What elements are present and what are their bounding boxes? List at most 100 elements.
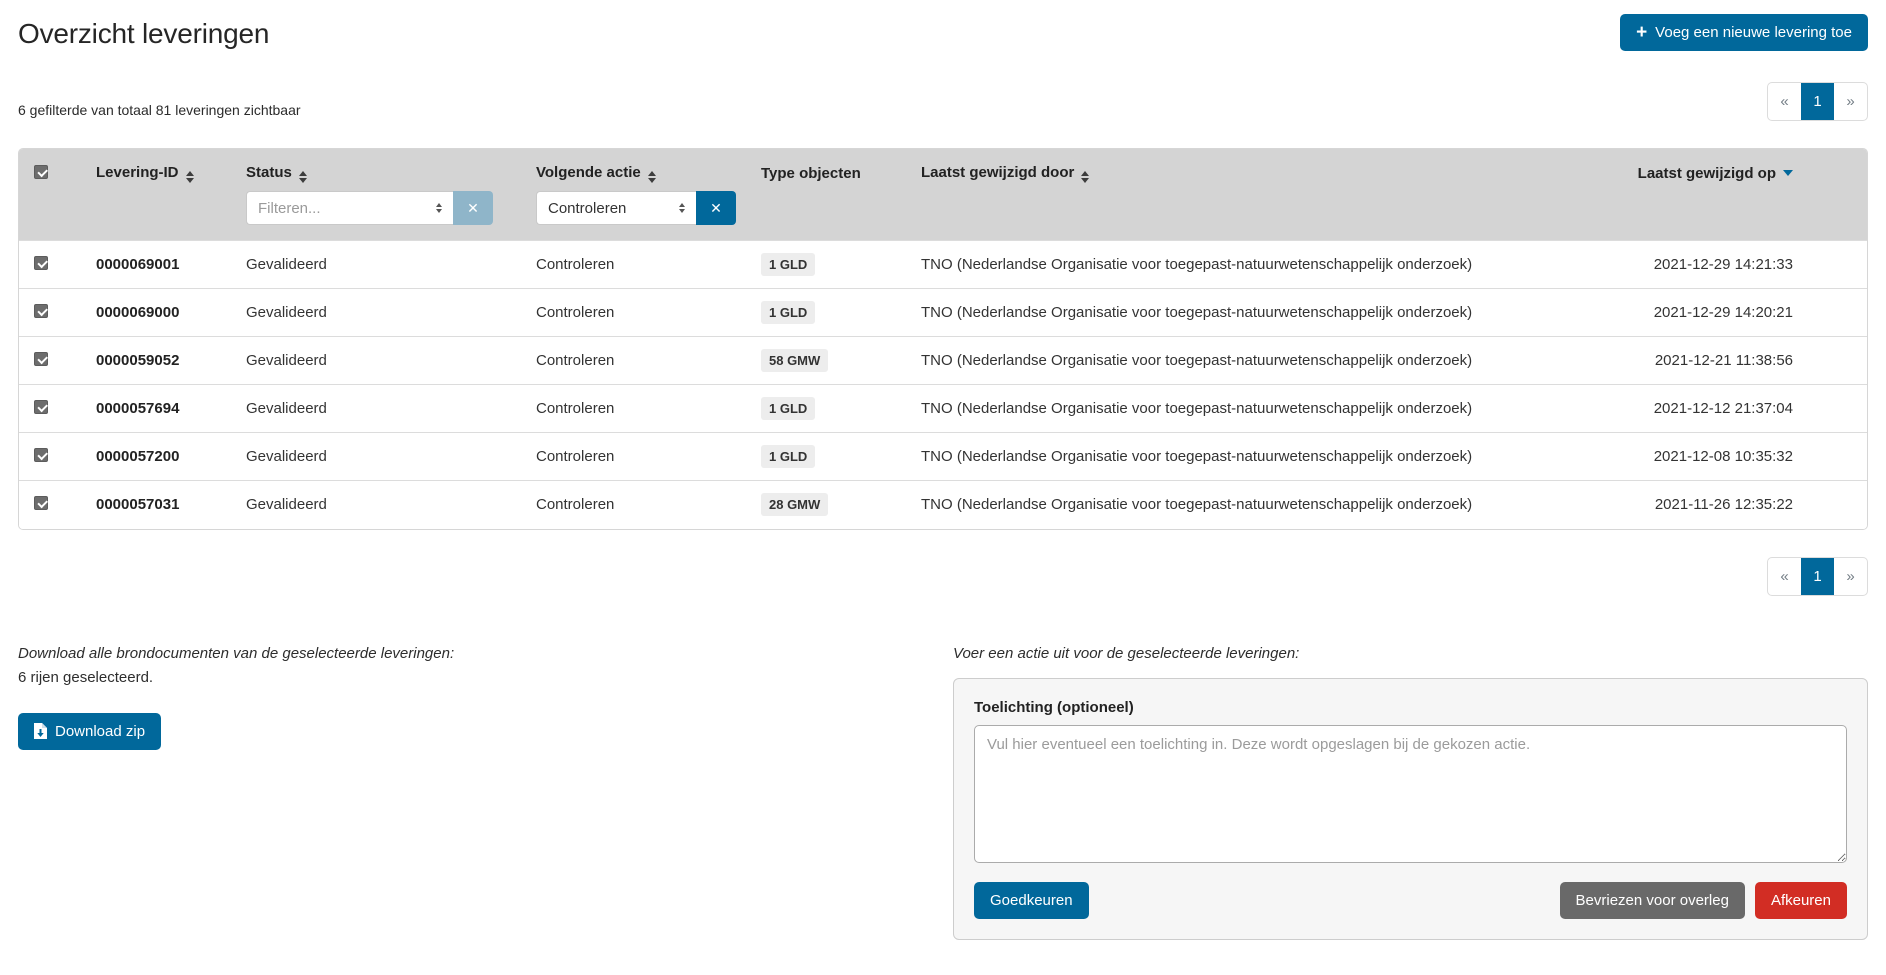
- sort-icon: [1081, 171, 1089, 183]
- action-buttons: Goedkeuren Bevriezen voor overleg Afkeur…: [974, 882, 1847, 919]
- levering-id-cell: 0000059052: [81, 337, 231, 385]
- sort-icon: [648, 171, 656, 183]
- type-objecten-badge: 28 GMW: [761, 493, 828, 516]
- volgende-actie-filter-clear-button[interactable]: ✕: [696, 191, 736, 225]
- toelichting-textarea[interactable]: [974, 725, 1847, 863]
- laatst-gewijzigd-door-cell: TNO (Nederlandse Organisatie voor toegep…: [906, 289, 1611, 337]
- pagination-prev[interactable]: «: [1768, 83, 1801, 120]
- column-header-laatst-gewijzigd-door[interactable]: Laatst gewijzigd door: [906, 149, 1611, 185]
- summary-row: 6 gefilterde van totaal 81 leveringen zi…: [18, 82, 1868, 121]
- deliveries-table: Levering-ID Status Volgende actie Type o…: [18, 148, 1868, 530]
- volgende-actie-cell: Controleren: [521, 241, 746, 289]
- download-file-icon: [34, 723, 47, 739]
- pagination-top: « 1 »: [1767, 82, 1868, 121]
- volgende-actie-cell: Controleren: [521, 337, 746, 385]
- status-cell: Gevalideerd: [231, 241, 521, 289]
- pagination-next[interactable]: »: [1834, 558, 1867, 595]
- pagination-page-1[interactable]: 1: [1801, 83, 1834, 120]
- status-filter-clear-button[interactable]: ✕: [453, 191, 493, 225]
- type-objecten-badge: 58 GMW: [761, 349, 828, 372]
- laatst-gewijzigd-op-cell: 2021-12-08 10:35:32: [1611, 433, 1867, 481]
- chevron-updown-icon: [679, 203, 685, 213]
- row-checkbox[interactable]: [34, 496, 48, 510]
- table-header-row: Levering-ID Status Volgende actie Type o…: [19, 149, 1867, 185]
- pagination-prev[interactable]: «: [1768, 558, 1801, 595]
- levering-id-cell: 0000057031: [81, 481, 231, 529]
- action-section: Voer een actie uit voor de geselecteerde…: [953, 645, 1868, 940]
- volgende-actie-filter: Controleren ✕: [536, 191, 736, 225]
- column-header-type-objecten: Type objecten: [746, 149, 906, 185]
- volgende-actie-cell: Controleren: [521, 289, 746, 337]
- download-instruction: Download alle brondocumenten van de gese…: [18, 645, 923, 662]
- toelichting-label: Toelichting (optioneel): [974, 699, 1847, 716]
- add-delivery-button-label: Voeg een nieuwe levering toe: [1655, 24, 1852, 41]
- sort-icon: [299, 171, 307, 183]
- add-delivery-button[interactable]: + Voeg een nieuwe levering toe: [1620, 14, 1868, 51]
- reject-button[interactable]: Afkeuren: [1755, 882, 1847, 919]
- page: Overzicht leveringen + Voeg een nieuwe l…: [0, 0, 1886, 960]
- status-cell: Gevalideerd: [231, 433, 521, 481]
- selected-rows-count: 6 rijen geselecteerd.: [18, 669, 923, 686]
- download-section: Download alle brondocumenten van de gese…: [18, 645, 953, 750]
- laatst-gewijzigd-op-cell: 2021-11-26 12:35:22: [1611, 481, 1867, 529]
- column-header-status[interactable]: Status: [231, 149, 521, 185]
- levering-id-cell: 0000069000: [81, 289, 231, 337]
- column-header-levering-id[interactable]: Levering-ID: [81, 149, 231, 185]
- filter-summary: 6 gefilterde van totaal 81 leveringen zi…: [18, 102, 301, 121]
- table-row: 0000057031 Gevalideerd Controleren 28 GM…: [19, 481, 1867, 529]
- type-objecten-badge: 1 GLD: [761, 253, 815, 276]
- laatst-gewijzigd-op-cell: 2021-12-29 14:20:21: [1611, 289, 1867, 337]
- volgende-actie-filter-select[interactable]: Controleren: [536, 191, 696, 225]
- status-filter-select[interactable]: Filteren...: [246, 191, 453, 225]
- laatst-gewijzigd-door-cell: TNO (Nederlandse Organisatie voor toegep…: [906, 385, 1611, 433]
- type-objecten-badge: 1 GLD: [761, 397, 815, 420]
- pagination-bottom: « 1 »: [1767, 557, 1868, 596]
- column-header-volgende-actie[interactable]: Volgende actie: [521, 149, 746, 185]
- table-row: 0000057694 Gevalideerd Controleren 1 GLD…: [19, 385, 1867, 433]
- status-cell: Gevalideerd: [231, 385, 521, 433]
- row-checkbox[interactable]: [34, 400, 48, 414]
- sort-icon: [186, 171, 194, 183]
- levering-id-cell: 0000057694: [81, 385, 231, 433]
- download-zip-button[interactable]: Download zip: [18, 713, 161, 750]
- table-row: 0000057200 Gevalideerd Controleren 1 GLD…: [19, 433, 1867, 481]
- approve-button[interactable]: Goedkeuren: [974, 882, 1089, 919]
- table-row: 0000069001 Gevalideerd Controleren 1 GLD…: [19, 241, 1867, 289]
- volgende-actie-cell: Controleren: [521, 481, 746, 529]
- action-instruction: Voer een actie uit voor de geselecteerde…: [953, 645, 1868, 662]
- status-cell: Gevalideerd: [231, 289, 521, 337]
- action-panel: Toelichting (optioneel) Goedkeuren Bevri…: [953, 678, 1868, 940]
- select-all-checkbox[interactable]: [34, 165, 48, 179]
- freeze-button[interactable]: Bevriezen voor overleg: [1560, 882, 1745, 919]
- laatst-gewijzigd-door-cell: TNO (Nederlandse Organisatie voor toegep…: [906, 433, 1611, 481]
- volgende-actie-cell: Controleren: [521, 385, 746, 433]
- status-cell: Gevalideerd: [231, 481, 521, 529]
- row-checkbox[interactable]: [34, 352, 48, 366]
- clear-icon: ✕: [467, 200, 479, 217]
- laatst-gewijzigd-door-cell: TNO (Nederlandse Organisatie voor toegep…: [906, 481, 1611, 529]
- chevron-updown-icon: [436, 203, 442, 213]
- column-header-laatst-gewijzigd-op[interactable]: Laatst gewijzigd op: [1611, 149, 1867, 185]
- table-filter-row: Filteren... ✕ Controleren: [19, 185, 1867, 241]
- row-checkbox[interactable]: [34, 256, 48, 270]
- pagination-next[interactable]: »: [1834, 83, 1867, 120]
- sort-descending-icon: [1783, 170, 1793, 176]
- laatst-gewijzigd-door-cell: TNO (Nederlandse Organisatie voor toegep…: [906, 241, 1611, 289]
- download-zip-label: Download zip: [55, 723, 145, 740]
- bottom-section: Download alle brondocumenten van de gese…: [18, 645, 1868, 940]
- laatst-gewijzigd-op-cell: 2021-12-12 21:37:04: [1611, 385, 1867, 433]
- row-checkbox[interactable]: [34, 304, 48, 318]
- levering-id-cell: 0000069001: [81, 241, 231, 289]
- pagination-bottom-row: « 1 »: [18, 557, 1868, 596]
- status-filter: Filteren... ✕: [246, 191, 493, 225]
- page-title: Overzicht leveringen: [18, 14, 269, 50]
- type-objecten-badge: 1 GLD: [761, 301, 815, 324]
- pagination-page-1[interactable]: 1: [1801, 558, 1834, 595]
- levering-id-cell: 0000057200: [81, 433, 231, 481]
- plus-icon: +: [1636, 23, 1647, 42]
- laatst-gewijzigd-door-cell: TNO (Nederlandse Organisatie voor toegep…: [906, 337, 1611, 385]
- laatst-gewijzigd-op-cell: 2021-12-29 14:21:33: [1611, 241, 1867, 289]
- volgende-actie-cell: Controleren: [521, 433, 746, 481]
- top-bar: Overzicht leveringen + Voeg een nieuwe l…: [18, 14, 1868, 51]
- row-checkbox[interactable]: [34, 448, 48, 462]
